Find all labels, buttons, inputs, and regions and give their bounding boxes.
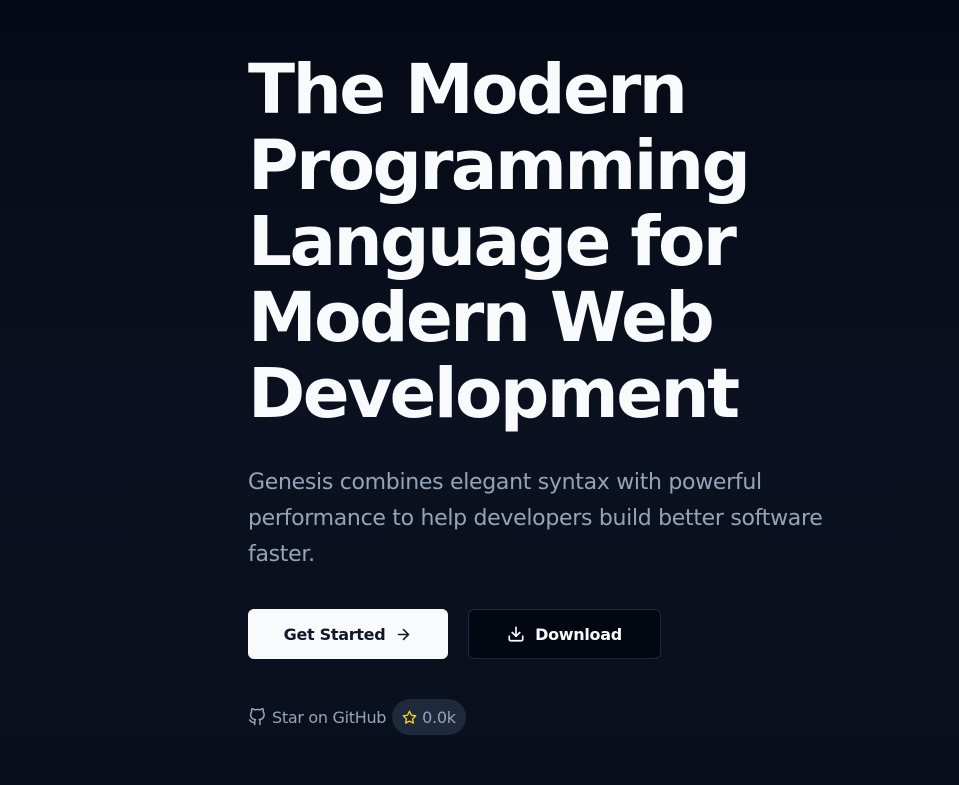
hero-title: The Modern Programming Language for Mode… bbox=[248, 50, 751, 434]
hero-section: The Modern Programming Language for Mode… bbox=[248, 52, 868, 573]
github-row: Star on GitHub 0.0k bbox=[248, 699, 466, 735]
get-started-button[interactable]: Get Started bbox=[248, 609, 448, 659]
download-icon bbox=[507, 625, 525, 643]
github-icon bbox=[248, 708, 266, 726]
star-on-github-link[interactable]: Star on GitHub bbox=[248, 708, 386, 727]
star-icon bbox=[402, 710, 417, 725]
star-count-badge: 0.0k bbox=[392, 699, 466, 735]
cta-buttons: Get Started Download bbox=[248, 609, 661, 659]
get-started-label: Get Started bbox=[283, 624, 386, 644]
download-label: Download bbox=[535, 624, 622, 644]
hero-subtitle: Genesis combines elegant syntax with pow… bbox=[248, 470, 823, 567]
arrow-right-icon bbox=[395, 626, 412, 643]
github-label: Star on GitHub bbox=[272, 707, 387, 727]
star-count: 0.0k bbox=[422, 707, 456, 727]
download-button[interactable]: Download bbox=[468, 609, 661, 659]
